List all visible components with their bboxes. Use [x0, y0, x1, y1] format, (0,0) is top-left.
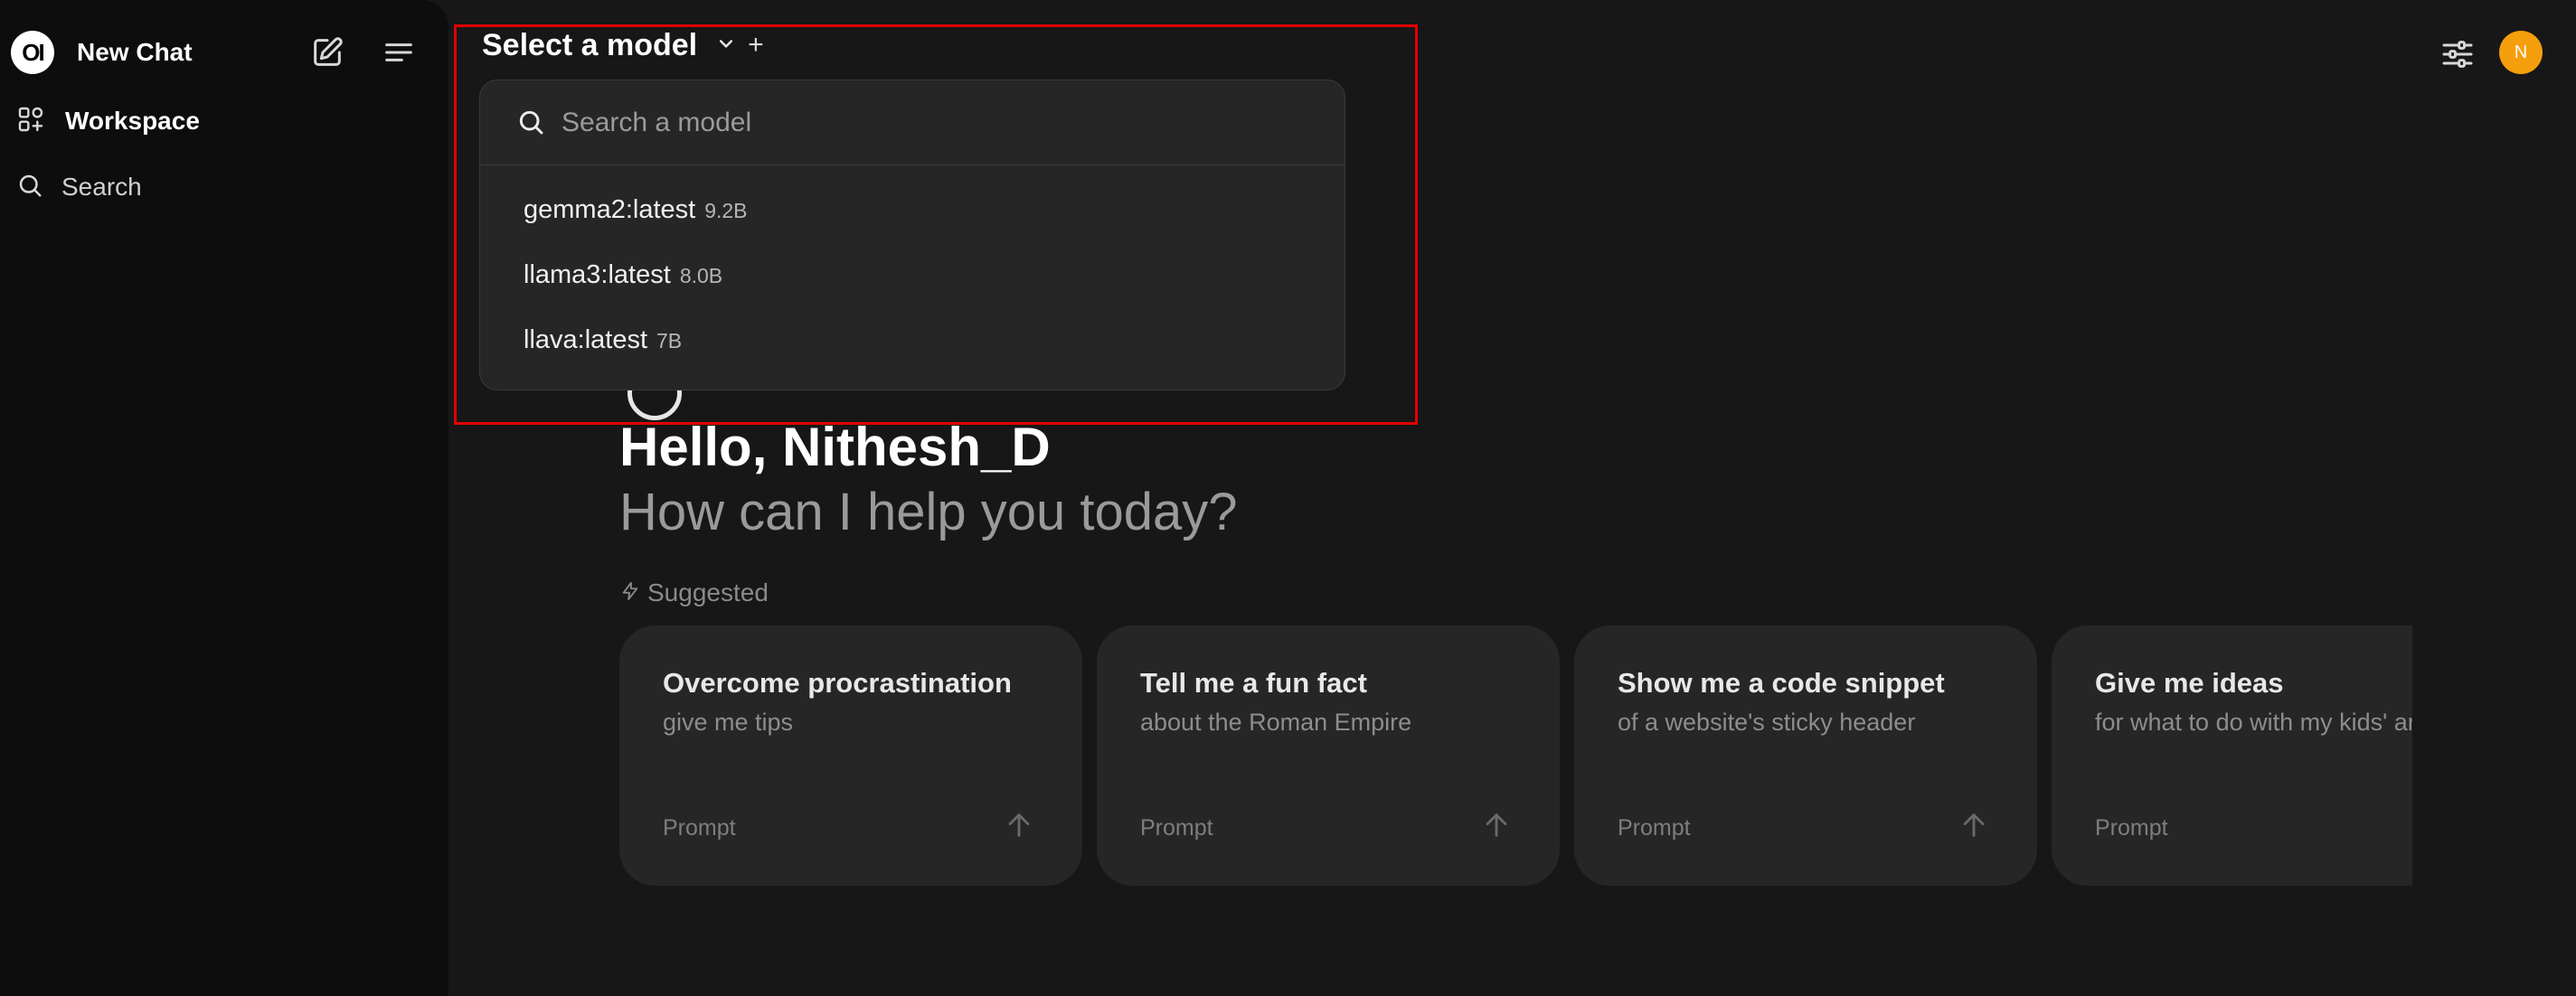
controls-icon[interactable] [2439, 36, 2476, 72]
sidebar-item-search[interactable]: Search [16, 167, 142, 207]
new-chat-link[interactable]: New Chat [77, 38, 193, 67]
card-subtitle: about the Roman Empire [1140, 709, 1412, 736]
new-chat-icon[interactable] [309, 34, 345, 70]
card-title: Show me a code snippet [1618, 667, 1945, 699]
sidebar: OI New Chat Workspace Search [0, 0, 448, 996]
search-icon [16, 172, 43, 203]
sidebar-item-label: Search [61, 173, 142, 201]
arrow-up-icon[interactable] [1004, 810, 1034, 841]
arrow-up-icon[interactable] [1481, 810, 1512, 841]
suggestion-cards: Overcome procrastination give me tips Pr… [619, 625, 2412, 888]
lightning-icon [620, 579, 640, 607]
sidebar-item-label: Workspace [65, 107, 200, 135]
suggested-label: Suggested [647, 578, 769, 606]
card-title: Overcome procrastination [663, 667, 1012, 699]
greeting-subtitle: How can I help you today? [619, 483, 1238, 541]
suggestion-card[interactable]: Tell me a fun fact about the Roman Empir… [1097, 625, 1560, 886]
card-subtitle: of a website's sticky header [1618, 709, 1916, 736]
user-avatar[interactable]: N [2499, 31, 2543, 74]
suggested-header: Suggested [620, 578, 769, 607]
menu-icon[interactable] [381, 34, 417, 70]
card-prompt-label: Prompt [1618, 815, 1691, 841]
app-root: OI New Chat Workspace Search Select a mo… [0, 0, 2576, 996]
highlight-box [454, 24, 1418, 425]
card-subtitle: give me tips [663, 709, 794, 736]
card-prompt-label: Prompt [2095, 815, 2168, 841]
suggestion-card[interactable]: Overcome procrastination give me tips Pr… [619, 625, 1082, 886]
app-logo[interactable]: OI [11, 31, 54, 74]
workspace-icon [16, 105, 45, 138]
card-title: Tell me a fun fact [1140, 667, 1367, 699]
card-prompt-label: Prompt [663, 815, 736, 841]
card-subtitle: for what to do with my kids' art [2095, 709, 2412, 736]
suggestion-card[interactable]: Give me ideas for what to do with my kid… [2052, 625, 2412, 886]
arrow-up-icon[interactable] [1958, 810, 1989, 841]
card-prompt-label: Prompt [1140, 815, 1213, 841]
suggestion-card[interactable]: Show me a code snippet of a website's st… [1574, 625, 2037, 886]
sidebar-item-workspace[interactable]: Workspace [16, 101, 200, 141]
card-title: Give me ideas [2095, 667, 2284, 699]
sidebar-header: OI New Chat [11, 29, 427, 76]
greeting-title: Hello, Nithesh_D [619, 417, 1051, 477]
